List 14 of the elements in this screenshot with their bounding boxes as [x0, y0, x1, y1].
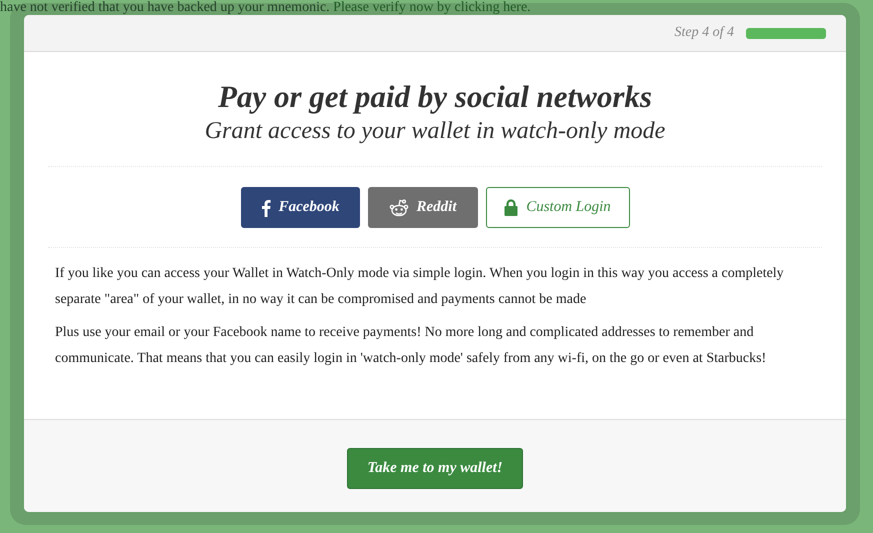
notice-text: have not verified that you have backed up your mnemonic.	[0, 0, 330, 15]
dialog-title: Pay or get paid by social networks	[217, 79, 653, 115]
lock-icon	[504, 199, 518, 216]
reddit-icon	[388, 198, 408, 216]
facebook-login-button[interactable]: Facebook	[240, 187, 360, 228]
facebook-icon	[260, 198, 271, 216]
dialog-subtitle: Grant access to your wallet in watch-only mode	[204, 117, 666, 146]
verify-link[interactable]: Please verify now by clicking here.	[333, 0, 531, 15]
custom-login-button[interactable]: Custom Login	[486, 187, 630, 228]
info-paragraph: Plus use your email or your Facebook name to receive payments! No more long and complicated addresses to remember and communicate. That means that you can easily login in 'watch-only mode' safely from any wi-fi, on the go or even at Starbucks!	[55, 324, 768, 368]
info-paragraph: If you like you can access your Wallet in Watch-Only mode via simple login. When you login in this way you access a completely separate "area" of your wallet, in no way it can be compromised and payments cannot be made	[55, 265, 785, 309]
step-counter: Step 4 of 4	[674, 25, 734, 41]
reddit-login-button[interactable]: Reddit	[368, 187, 478, 228]
wallet-button[interactable]: Take me to my wallet!	[347, 448, 523, 488]
